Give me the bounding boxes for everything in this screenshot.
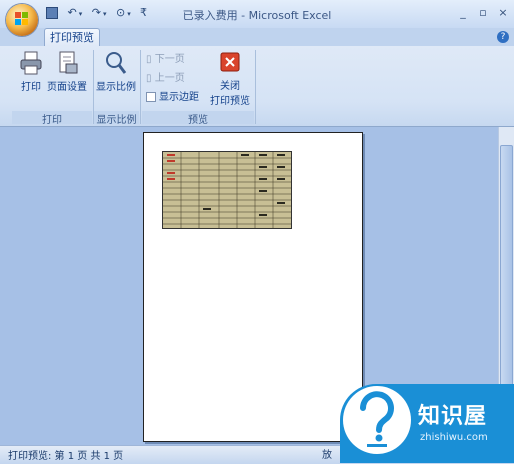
page-setup-label: 页面设置 [47, 82, 87, 93]
scrollbar-thumb[interactable] [500, 145, 513, 392]
show-margins-checkbox[interactable]: 显示边距 [146, 91, 199, 105]
print-button-label: 打印 [21, 82, 41, 93]
next-page-icon: ▯ [146, 54, 152, 65]
next-page-button[interactable]: ▯ 下一页 [146, 53, 185, 67]
group-label-preview: 预览 [142, 111, 254, 126]
status-page-info: 打印预览: 第 1 页 共 1 页 [8, 451, 124, 462]
group-label-zoom: 显示比例 [94, 111, 139, 126]
checkbox-icon [146, 92, 156, 102]
zoom-button[interactable]: 显示比例 [96, 50, 136, 93]
print-button[interactable]: 打印 [14, 50, 48, 93]
help-icon[interactable]: ? [497, 31, 509, 43]
question-monitor-icon [360, 391, 394, 447]
next-page-label: 下一页 [154, 54, 185, 65]
show-margins-label: 显示边距 [159, 92, 199, 103]
zoom-icon [106, 52, 127, 74]
minimize-button[interactable]: _ [456, 6, 470, 19]
watermark-title: 知识屋 [418, 404, 488, 429]
watermark-logo [343, 386, 411, 454]
page-setup-button[interactable]: 页面设置 [46, 50, 88, 93]
close-preview-icon [220, 52, 240, 72]
close-preview-label-2: 打印预览 [210, 96, 250, 107]
sheet-thumbnail [162, 151, 292, 229]
close-print-preview-button[interactable]: 关闭 打印预览 [208, 52, 252, 107]
previous-page-button[interactable]: ▯ 上一页 [146, 72, 185, 86]
printer-icon [20, 51, 42, 75]
group-divider [255, 50, 256, 124]
tab-print-preview[interactable]: 打印预览 [44, 28, 100, 46]
close-button[interactable]: × [496, 6, 510, 19]
watermark-url: zhishiwu.com [420, 432, 488, 443]
window-title: 已录入费用 - Microsoft Excel [182, 9, 332, 22]
sheet-grid [163, 152, 291, 228]
group-divider [140, 50, 141, 124]
close-preview-label-1: 关闭 [220, 81, 240, 92]
restore-button[interactable]: ▫ [476, 6, 490, 19]
group-label-print: 打印 [12, 111, 92, 126]
previous-page-label: 上一页 [154, 73, 185, 84]
previous-page-icon: ▯ [146, 73, 152, 84]
office-button[interactable] [6, 4, 38, 36]
page-setup-icon [59, 51, 78, 74]
zoom-button-label: 显示比例 [96, 82, 136, 93]
office-logo-icon [15, 12, 28, 25]
